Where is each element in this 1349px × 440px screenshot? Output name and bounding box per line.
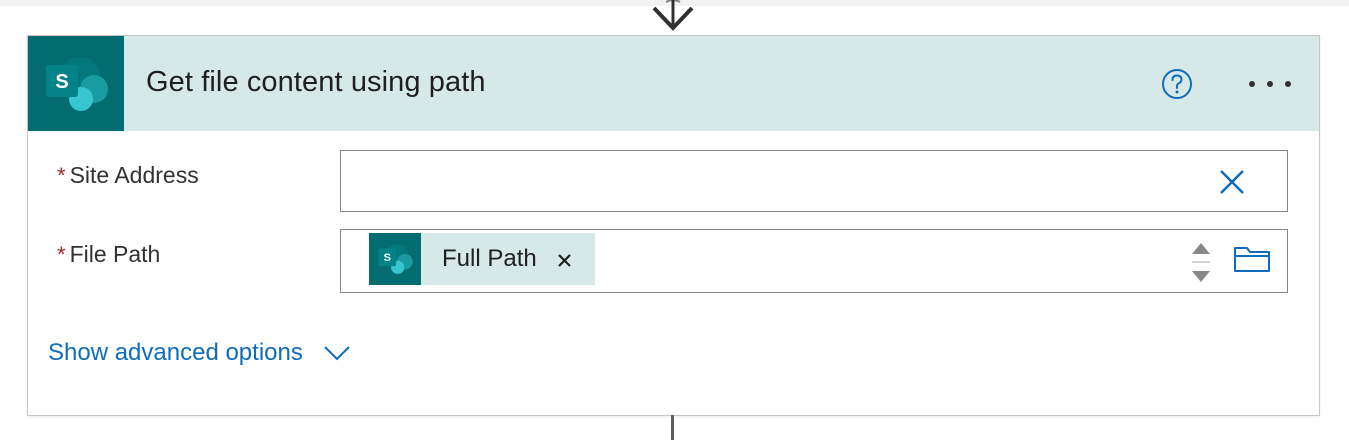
show-advanced-options-label: Show advanced options <box>48 339 303 366</box>
action-card-header[interactable]: S Get file content using path <box>28 36 1319 131</box>
action-title: Get file content using path <box>146 66 486 98</box>
more-horizontal-icon[interactable] <box>1244 72 1296 96</box>
action-card: S Get file content using path * Site Addr… <box>27 35 1320 416</box>
required-marker: * <box>57 242 66 267</box>
site-address-input[interactable] <box>340 150 1288 212</box>
site-address-label: * Site Address <box>57 162 199 189</box>
clear-x-icon[interactable] <box>1217 167 1247 197</box>
sharepoint-icon: S <box>28 36 124 131</box>
site-address-label-text: Site Address <box>69 162 199 188</box>
flow-designer-canvas: S Get file content using path * Site Addr… <box>0 0 1349 440</box>
connector-line <box>671 415 674 440</box>
help-circle-icon[interactable] <box>1160 67 1194 101</box>
token-label: Full Path <box>442 245 537 272</box>
sharepoint-icon: S <box>369 233 421 285</box>
file-path-label: * File Path <box>57 241 160 268</box>
dynamic-content-token[interactable]: S Full Path <box>369 233 595 285</box>
close-icon[interactable] <box>553 247 577 271</box>
connector-arrow-icon <box>652 0 694 31</box>
folder-icon[interactable] <box>1233 243 1271 275</box>
file-path-label-text: File Path <box>69 241 161 267</box>
file-path-input[interactable]: S Full Path <box>340 229 1288 293</box>
spinner-up-down-icon[interactable] <box>1190 238 1212 286</box>
svg-text:S: S <box>55 71 68 93</box>
svg-text:S: S <box>384 252 391 264</box>
chevron-down-icon <box>324 346 350 361</box>
required-marker: * <box>57 163 66 188</box>
show-advanced-options-link[interactable]: Show advanced options <box>48 339 351 367</box>
